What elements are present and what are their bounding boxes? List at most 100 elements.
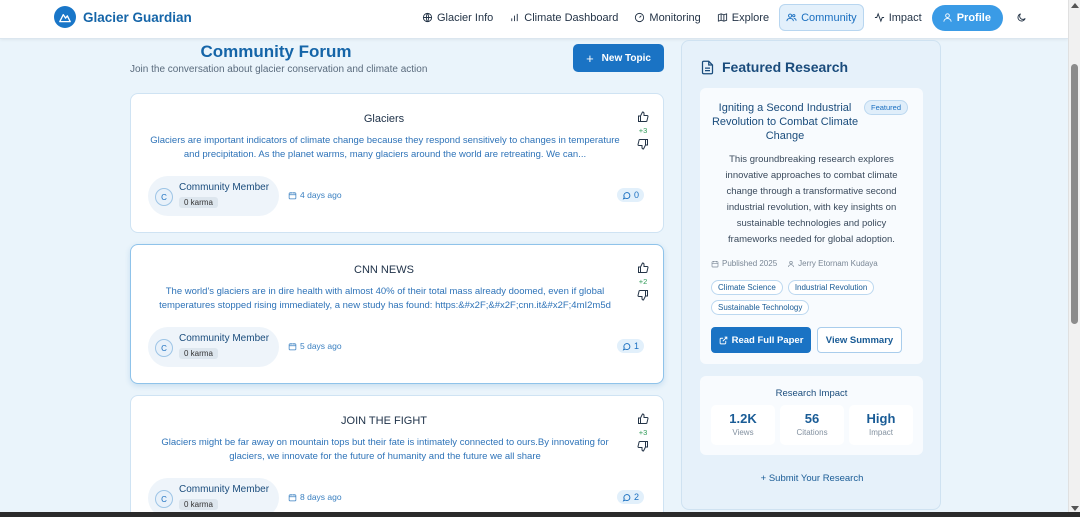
karma-badge: 0 karma — [179, 499, 218, 510]
tag-chip[interactable]: Industrial Revolution — [787, 280, 875, 295]
stat-label: Citations — [796, 428, 828, 437]
avatar: C — [155, 490, 173, 508]
nav-impact[interactable]: Impact — [868, 4, 928, 31]
scroll-up-arrow-icon[interactable] — [1071, 3, 1079, 8]
karma-badge: 0 karma — [179, 197, 218, 208]
post-date: 4 days ago — [288, 190, 342, 200]
read-full-paper-button[interactable]: Read Full Paper — [711, 327, 811, 353]
submit-label: Submit Your Research — [768, 473, 864, 484]
profile-label: Profile — [956, 11, 991, 24]
post-title[interactable]: Glaciers — [131, 113, 637, 125]
plus-icon: + — [760, 473, 767, 484]
nav-label: Community — [801, 11, 857, 24]
nav-climate-dashboard[interactable]: Climate Dashboard — [503, 4, 624, 31]
thumbs-up-icon[interactable] — [637, 111, 649, 123]
page-scrollbar[interactable] — [1068, 0, 1080, 517]
comment-count-badge[interactable]: 1 — [616, 339, 644, 353]
tag-chip[interactable]: Climate Science — [711, 280, 783, 295]
thumbs-down-icon[interactable] — [637, 138, 649, 150]
post-date: 5 days ago — [288, 341, 342, 351]
featured-badge: Featured — [864, 100, 909, 115]
brand-name: Glacier Guardian — [83, 9, 192, 25]
submit-research-link[interactable]: + Submit Your Research — [682, 473, 942, 484]
plus-icon: + — [586, 50, 594, 66]
scroll-down-arrow-icon[interactable] — [1071, 506, 1079, 511]
mountain-logo-icon — [54, 6, 76, 28]
published-meta: Published 2025 — [711, 259, 777, 268]
bar-chart-icon — [511, 13, 518, 22]
forum-post[interactable]: CNN NEWS The world's glaciers are in dir… — [130, 244, 664, 384]
calendar-icon — [288, 191, 297, 199]
author-chip[interactable]: C Community Member 0 karma — [148, 327, 279, 367]
comment-count-badge[interactable]: 2 — [616, 490, 644, 504]
published-text: Published 2025 — [722, 259, 778, 268]
nav-monitoring[interactable]: Monitoring — [628, 4, 706, 31]
nav-label: Monitoring — [649, 11, 701, 24]
vote-count: +2 — [638, 277, 648, 286]
vote-count: +3 — [638, 126, 648, 135]
post-body: The world's glaciers are in dire health … — [159, 286, 611, 311]
user-icon — [943, 13, 952, 22]
post-title[interactable]: JOIN THE FIGHT — [131, 415, 637, 427]
external-link-icon — [719, 336, 727, 344]
author-name: Community Member — [179, 333, 270, 344]
post-body: Glaciers might be far away on mountain t… — [161, 437, 609, 462]
users-icon — [786, 13, 797, 22]
page-title: Community Forum — [200, 42, 352, 61]
research-impact-card: Research Impact 1.2K Views 56 Citations … — [700, 376, 923, 455]
post-date-text: 4 days ago — [300, 190, 342, 200]
stat-label: Impact — [868, 428, 893, 437]
post-date-text: 5 days ago — [300, 341, 342, 351]
tag-chip[interactable]: Sustainable Technology — [711, 300, 810, 315]
tag-list: Climate Science Industrial Revolution Su… — [711, 280, 911, 315]
gauge-icon — [635, 12, 645, 23]
activity-icon — [874, 12, 884, 23]
avatar: C — [155, 339, 173, 357]
post-title[interactable]: CNN NEWS — [131, 264, 637, 276]
nav-community[interactable]: Community — [779, 4, 864, 31]
vote-widget: +2 — [635, 262, 651, 301]
paper-title[interactable]: Igniting a Second Industrial Revolution … — [710, 101, 860, 143]
brand-link[interactable]: Glacier Guardian — [54, 6, 192, 28]
comment-count: 1 — [633, 341, 639, 351]
scrollbar-thumb[interactable] — [1071, 64, 1078, 324]
comment-icon — [622, 191, 631, 200]
comment-icon — [622, 342, 631, 351]
thumbs-down-icon[interactable] — [637, 289, 649, 301]
main-nav: Glacier Info Climate Dashboard Monitorin… — [416, 4, 1031, 31]
author-meta: Jerry Etornam Kudaya — [787, 259, 878, 268]
new-topic-button[interactable]: + New Topic — [573, 44, 664, 72]
post-date-text: 8 days ago — [300, 492, 342, 502]
paper-meta: Published 2025 Jerry Etornam Kudaya — [711, 259, 878, 268]
view-summary-button[interactable]: View Summary — [817, 327, 902, 353]
impact-stat-views: 1.2K Views — [711, 405, 775, 445]
post-date: 8 days ago — [288, 492, 342, 502]
panel-title: Featured Research — [722, 59, 849, 75]
thumbs-up-icon[interactable] — [637, 413, 649, 425]
featured-research-panel: Featured Research Igniting a Second Indu… — [681, 40, 941, 510]
forum-post[interactable]: JOIN THE FIGHT Glaciers might be far awa… — [130, 395, 664, 517]
user-icon — [788, 260, 795, 267]
comment-count-badge[interactable]: 0 — [616, 188, 644, 202]
thumbs-up-icon[interactable] — [637, 262, 649, 274]
stat-label: Views — [732, 428, 754, 437]
calendar-icon — [288, 342, 297, 350]
nav-label: Climate Dashboard — [524, 11, 619, 24]
thumbs-down-icon[interactable] — [637, 440, 649, 452]
vote-widget: +3 — [635, 413, 651, 452]
theme-toggle-button[interactable] — [1013, 9, 1031, 27]
forum-post[interactable]: Glaciers Glaciers are important indicato… — [130, 93, 664, 233]
calendar-icon — [711, 260, 719, 267]
research-card: Igniting a Second Industrial Revolution … — [700, 88, 923, 364]
karma-badge: 0 karma — [179, 348, 218, 359]
nav-explore[interactable]: Explore — [711, 4, 775, 31]
profile-button[interactable]: Profile — [931, 4, 1003, 31]
calendar-icon — [288, 493, 297, 501]
comment-count: 0 — [633, 190, 639, 200]
top-navbar: Glacier Guardian Glacier Info Climate Da… — [0, 0, 1068, 39]
author-chip[interactable]: C Community Member 0 karma — [148, 176, 279, 216]
nav-glacier-info[interactable]: Glacier Info — [416, 4, 499, 31]
panel-header: Featured Research — [700, 59, 848, 75]
moon-icon — [1017, 13, 1027, 22]
vote-widget: +3 — [635, 111, 651, 150]
